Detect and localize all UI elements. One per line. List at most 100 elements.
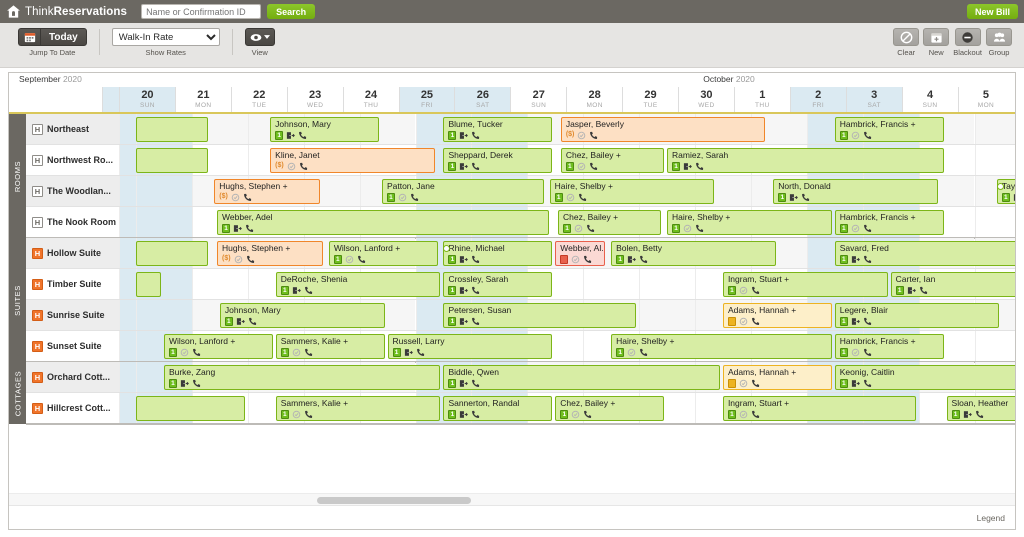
- reservation-block[interactable]: Wilson, Lanford + 1: [328, 241, 438, 266]
- reservation-block[interactable]: Patton, Jane 1: [381, 179, 544, 204]
- reservation-block[interactable]: Chez, Bailey + 1: [555, 396, 665, 421]
- day-column[interactable]: 4 SUN: [901, 87, 958, 112]
- reservation-block[interactable]: Johnson, Mary 1: [270, 117, 379, 142]
- day-column[interactable]: 2 FRI: [789, 87, 846, 112]
- reservation-block[interactable]: Petersen, Susan 1: [443, 303, 637, 328]
- grid-cell[interactable]: [639, 269, 695, 299]
- reservation-block[interactable]: Chez, Bailey + 1: [560, 148, 665, 173]
- day-column[interactable]: 25 FRI: [398, 87, 455, 112]
- reservation-block[interactable]: Ingram, Stuart + 1: [722, 272, 888, 297]
- room-label-the-nook-room[interactable]: H The Nook Room: [26, 207, 119, 238]
- grid-cell[interactable]: [119, 300, 136, 330]
- new-button[interactable]: [923, 28, 950, 46]
- reservation-block[interactable]: Crossley, Sarah 1: [443, 272, 553, 297]
- reservation-block[interactable]: [136, 396, 245, 421]
- day-column[interactable]: 29 TUE: [622, 87, 678, 112]
- reservation-block[interactable]: Taylor, James 1: [996, 179, 1015, 204]
- reservation-block[interactable]: Hambrick, Francis + 1: [834, 334, 944, 359]
- reservation-block[interactable]: Russell, Larry 1: [387, 334, 553, 359]
- grid-cell[interactable]: [974, 331, 1016, 361]
- reservation-block[interactable]: Adams, Hannah +: [722, 365, 832, 390]
- grid-cell[interactable]: [119, 238, 136, 268]
- reservation-block[interactable]: [136, 148, 209, 173]
- horizontal-scrollbar[interactable]: [9, 493, 1015, 505]
- reservation-block[interactable]: Jasper, Beverly ($): [560, 117, 765, 142]
- reservation-block[interactable]: Haire, Shelby + 1: [549, 179, 715, 204]
- reservation-block[interactable]: Webber, Adel 1: [217, 210, 550, 235]
- grid-cell[interactable]: [119, 207, 136, 237]
- grid-cell[interactable]: [974, 145, 1016, 175]
- horizontal-scrollbar-thumb[interactable]: [317, 497, 471, 504]
- reservation-block[interactable]: North, Donald 1: [773, 179, 938, 204]
- reservation-block[interactable]: Sammers, Kalie + 1: [275, 396, 441, 421]
- grid-cell[interactable]: [119, 362, 136, 392]
- grid-cell[interactable]: [119, 176, 136, 206]
- day-column[interactable]: 23 WED: [286, 87, 343, 112]
- grid-cell[interactable]: [119, 145, 136, 175]
- room-label-orchard-cott[interactable]: H Orchard Cott...: [26, 362, 119, 393]
- reservation-block[interactable]: Johnson, Mary 1: [219, 303, 385, 328]
- reservation-block[interactable]: Ingram, Stuart + 1: [722, 396, 916, 421]
- reservation-block[interactable]: Hambrick, Francis + 1: [834, 210, 944, 235]
- room-label-the-woodlan[interactable]: H The Woodlan...: [26, 176, 119, 207]
- reservation-block[interactable]: Haire, Shelby + 1: [611, 334, 832, 359]
- day-column[interactable]: 1 THU: [733, 87, 790, 112]
- reservation-block[interactable]: DeRoche, Shenia 1: [275, 272, 441, 297]
- reservation-block[interactable]: Keonig, Caitlin 1: [834, 365, 1015, 390]
- reservation-block[interactable]: Savard, Fred 1: [834, 241, 1015, 266]
- reservation-block[interactable]: [136, 241, 209, 266]
- reservation-block[interactable]: Hughs, Stephen + ($): [217, 241, 324, 266]
- grid-cell[interactable]: [583, 269, 639, 299]
- reservation-block[interactable]: Chez, Bailey + 1: [558, 210, 662, 235]
- search-input[interactable]: [141, 4, 262, 19]
- reservation-block[interactable]: Biddle, Qwen 1: [443, 365, 720, 390]
- day-column[interactable]: 24 THU: [342, 87, 399, 112]
- grid-cell[interactable]: [119, 114, 136, 144]
- reservation-block[interactable]: [136, 272, 161, 297]
- grid-cell[interactable]: [639, 300, 695, 330]
- reservation-block[interactable]: Legere, Blair 1: [834, 303, 1000, 328]
- reservation-block[interactable]: Kline, Janet ($): [270, 148, 435, 173]
- day-column[interactable]: 22 TUE: [230, 87, 287, 112]
- blackout-button[interactable]: [954, 28, 981, 46]
- grid-cell[interactable]: [191, 269, 248, 299]
- reservation-block[interactable]: Bolen, Betty 1: [611, 241, 776, 266]
- reservation-block[interactable]: Blume, Tucker 1: [443, 117, 553, 142]
- room-label-sunset-suite[interactable]: H Sunset Suite: [26, 331, 119, 362]
- day-column[interactable]: 27 SUN: [510, 87, 566, 112]
- grid-cell[interactable]: [136, 300, 192, 330]
- search-button[interactable]: Search: [267, 4, 316, 19]
- reservation-block[interactable]: Wilson, Lanford + 1: [163, 334, 273, 359]
- reservation-block[interactable]: Haire, Shelby + 1: [667, 210, 832, 235]
- reservation-block[interactable]: Sammers, Kalie + 1: [275, 334, 385, 359]
- day-column[interactable]: 30 WED: [678, 87, 734, 112]
- room-label-hollow-suite[interactable]: H Hollow Suite: [26, 238, 119, 269]
- day-column[interactable]: 26 SAT: [454, 87, 511, 112]
- day-column[interactable]: 21 MON: [174, 87, 231, 112]
- reservation-block[interactable]: Ramiez, Sarah 1: [667, 148, 944, 173]
- grid-cell[interactable]: [136, 176, 192, 206]
- grid-cell[interactable]: [119, 269, 136, 299]
- reservation-block[interactable]: Sheppard, Derek 1: [443, 148, 553, 173]
- day-column[interactable]: 28 MON: [566, 87, 622, 112]
- grid-cell[interactable]: [974, 207, 1016, 237]
- day-column[interactable]: 5 MON: [957, 87, 1014, 112]
- grid-cell[interactable]: [136, 207, 192, 237]
- room-label-hillcrest-cott[interactable]: H Hillcrest Cott...: [26, 393, 119, 424]
- grid-cell[interactable]: [974, 114, 1015, 144]
- reservation-block[interactable]: Sannerton, Randal 1: [443, 396, 553, 421]
- day-column[interactable]: 20 SUN: [119, 87, 175, 112]
- group-button[interactable]: [986, 28, 1012, 46]
- room-label-northwest-ro[interactable]: H Northwest Ro...: [26, 145, 119, 176]
- reservation-block[interactable]: [136, 117, 209, 142]
- app-logo[interactable]: ThinkReservations: [6, 4, 127, 19]
- legend-link[interactable]: Legend: [977, 513, 1005, 523]
- grid-cell[interactable]: [119, 331, 136, 361]
- reservation-block[interactable]: Adams, Hannah +: [722, 303, 832, 328]
- reservation-block[interactable]: Burke, Zang 1: [163, 365, 441, 390]
- reservation-block[interactable]: Hughs, Stephen + ($): [214, 179, 321, 204]
- clear-button[interactable]: [893, 28, 920, 46]
- calendar-picker-button[interactable]: [18, 28, 40, 46]
- room-label-sunrise-suite[interactable]: H Sunrise Suite: [26, 300, 119, 331]
- rate-select[interactable]: Walk-In Rate: [111, 28, 220, 46]
